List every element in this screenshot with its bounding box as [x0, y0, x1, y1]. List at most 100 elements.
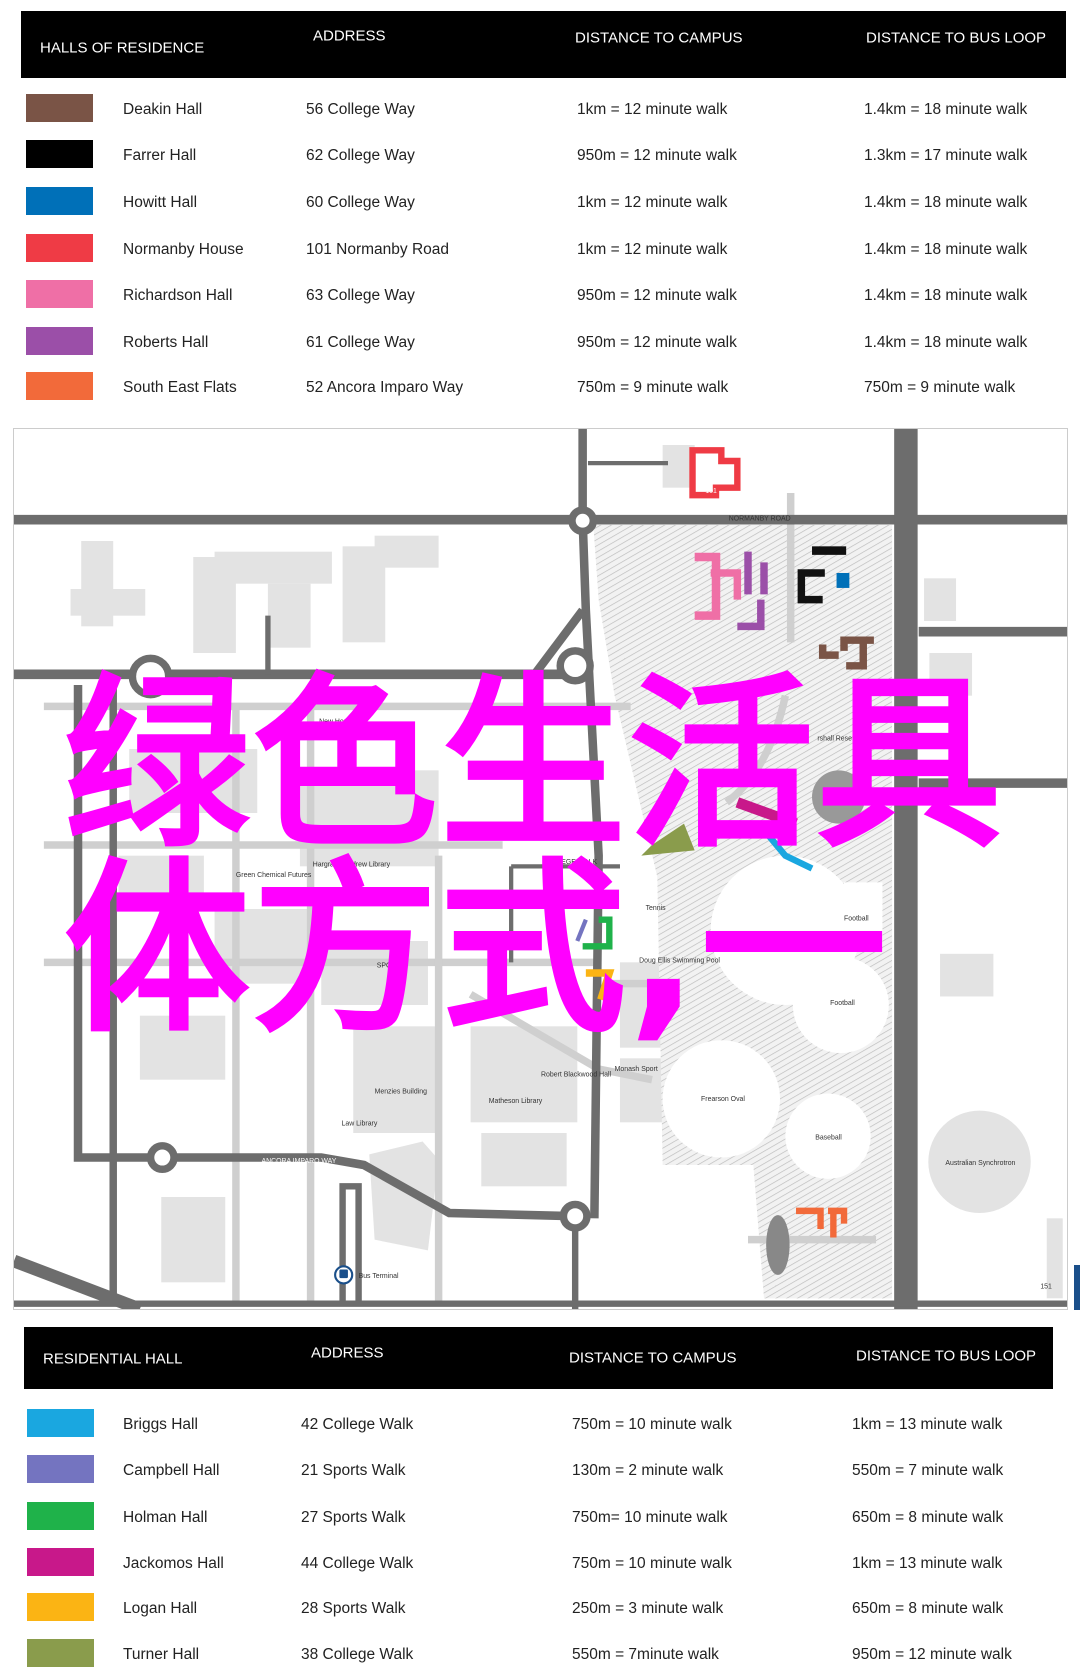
color-swatch	[26, 372, 93, 400]
cell-address: 63 College Way	[306, 286, 415, 304]
map-label-law-library: Law Library	[342, 1121, 378, 1128]
color-swatch	[26, 187, 93, 215]
map-label-frearson-oval: Frearson Oval	[701, 1096, 745, 1103]
cell-hall: Logan Hall	[123, 1599, 198, 1617]
cell-bus: 1.4km = 18 minute walk	[864, 240, 1028, 258]
cell-campus: 1km = 12 minute walk	[577, 100, 728, 118]
cell-address: 28 Sports Walk	[301, 1599, 406, 1617]
map-label-synchrotron: Australian Synchrotron	[945, 1160, 1015, 1167]
table-row: South East Flats 52 Ancora Imparo Way 750m…	[0, 372, 1080, 402]
cell-hall: Deakin Hall	[123, 100, 203, 118]
cell-campus: 750m = 9 minute walk	[577, 378, 729, 396]
map-label-baseball: Baseball	[815, 1134, 842, 1141]
cell-campus: 750m = 10 minute walk	[572, 1415, 732, 1433]
cell-hall: Briggs Hall	[123, 1415, 198, 1433]
cell-campus: 950m = 12 minute walk	[577, 146, 737, 164]
cell-address: 60 College Way	[306, 193, 415, 211]
color-swatch	[27, 1639, 94, 1667]
cell-bus: 950m = 12 minute walk	[852, 1645, 1012, 1663]
cell-address: 101 Normanby Road	[306, 240, 450, 258]
cell-campus: 750m= 10 minute walk	[572, 1508, 728, 1526]
overlay-text-line-2: 体方式,一	[64, 841, 889, 1058]
cell-address: 61 College Way	[306, 333, 415, 351]
table-row: Deakin Hall 56 College Way 1km = 12 minute…	[0, 94, 1080, 124]
table-row: Jackomos Hall 44 College Walk 750m = 10 mi…	[0, 1548, 1080, 1578]
bottom-table-header: RESIDENTIAL HALL ADDRESS DISTANCE TO CAM…	[24, 1327, 1053, 1389]
header-residential-hall: RESIDENTIAL HALL	[43, 1350, 183, 1368]
cell-address: 62 College Way	[306, 146, 415, 164]
cell-hall: South East Flats	[123, 378, 237, 396]
cell-hall: Richardson Hall	[123, 286, 233, 304]
cell-hall: Roberts Hall	[123, 333, 209, 351]
color-swatch	[27, 1548, 94, 1576]
header-halls: HALLS OF RESIDENCE	[40, 39, 205, 57]
cell-bus: 1.4km = 18 minute walk	[864, 100, 1028, 118]
table-row: Campbell Hall 21 Sports Walk 130m = 2 minu…	[0, 1455, 1080, 1485]
top-table-header: HALLS OF RESIDENCE ADDRESS DISTANCE TO C…	[21, 11, 1066, 78]
cell-address: 27 Sports Walk	[301, 1508, 406, 1526]
cell-address: 52 Ancora Imparo Way	[306, 378, 464, 396]
color-swatch	[26, 94, 93, 122]
header-bus: DISTANCE TO BUS LOOP	[856, 1347, 1037, 1365]
bus-terminal-icon	[334, 1265, 354, 1285]
header-bus: DISTANCE TO BUS LOOP	[866, 29, 1047, 47]
table-row: Howitt Hall 60 College Way 1km = 12 minute…	[0, 187, 1080, 217]
map-label-101: 101	[705, 488, 717, 495]
color-swatch	[27, 1455, 94, 1483]
table-row: Briggs Hall 42 College Walk 750m = 10 minu…	[0, 1409, 1080, 1439]
cell-bus: 650m = 8 minute walk	[852, 1599, 1004, 1617]
color-swatch	[26, 280, 93, 308]
cell-address: 56 College Way	[306, 100, 415, 118]
table-row: Richardson Hall 63 College Way 950m = 12 m…	[0, 280, 1080, 310]
cell-bus: 750m = 9 minute walk	[864, 378, 1016, 396]
cell-bus: 1.4km = 18 minute walk	[864, 333, 1028, 351]
cell-hall: Turner Hall	[123, 1645, 200, 1663]
table-row: Roberts Hall 61 College Way 950m = 12 minu…	[0, 327, 1080, 357]
table-row: Holman Hall 27 Sports Walk 750m= 10 minute…	[0, 1502, 1080, 1532]
map-label-menzies: Menzies Building	[375, 1089, 427, 1096]
header-campus: DISTANCE TO CAMPUS	[569, 1349, 737, 1367]
cell-address: 42 College Walk	[301, 1415, 414, 1433]
cell-campus: 1km = 12 minute walk	[577, 240, 728, 258]
cell-bus: 1.4km = 18 minute walk	[864, 286, 1028, 304]
cell-hall: Campbell Hall	[123, 1461, 220, 1479]
cell-address: 21 Sports Walk	[301, 1461, 406, 1479]
table-row: Turner Hall 38 College Walk 550m = 7minute…	[0, 1639, 1080, 1669]
cell-campus: 1km = 12 minute walk	[577, 193, 728, 211]
table-row: Logan Hall 28 Sports Walk 250m = 3 minute …	[0, 1593, 1080, 1623]
cell-campus: 250m = 3 minute walk	[572, 1599, 724, 1617]
edge-strip	[1074, 1265, 1080, 1310]
header-address: ADDRESS	[311, 1344, 384, 1362]
cell-bus: 1km = 13 minute walk	[852, 1415, 1003, 1433]
overlay-text-line-1: 绿色生活具	[64, 656, 1005, 873]
table-row: Normanby House 101 Normanby Road 1km = 12 …	[0, 234, 1080, 264]
cell-hall: Farrer Hall	[123, 146, 197, 164]
color-swatch	[26, 234, 93, 262]
map-label-monash-sport: Monash Sport	[615, 1066, 658, 1073]
cell-hall: Holman Hall	[123, 1508, 208, 1526]
cell-hall: Jackomos Hall	[123, 1554, 224, 1572]
map-page-number: 151	[1040, 1284, 1052, 1291]
map-label-normanby-road: NORMANBY ROAD	[729, 516, 791, 523]
cell-hall: Howitt Hall	[123, 193, 198, 211]
header-campus: DISTANCE TO CAMPUS	[575, 29, 743, 47]
cell-campus: 750m = 10 minute walk	[572, 1554, 732, 1572]
cell-campus: 550m = 7minute walk	[572, 1645, 719, 1663]
cell-bus: 1km = 13 minute walk	[852, 1554, 1003, 1572]
color-swatch	[26, 140, 93, 168]
color-swatch	[26, 327, 93, 355]
color-swatch	[27, 1593, 94, 1621]
cell-campus: 950m = 12 minute walk	[577, 286, 737, 304]
cell-bus: 550m = 7 minute walk	[852, 1461, 1004, 1479]
header-address: ADDRESS	[313, 27, 386, 45]
cell-bus: 1.3km = 17 minute walk	[864, 146, 1028, 164]
map-label-ancora-imparo-way: ANCORA IMPARO WAY	[262, 1158, 337, 1165]
cell-bus: 650m = 8 minute walk	[852, 1508, 1004, 1526]
map-label-robert-blackwood: Robert Blackwood Hall	[541, 1071, 611, 1078]
map-label-matheson: Matheson Library	[489, 1098, 543, 1105]
cell-hall: Normanby House	[123, 240, 244, 258]
color-swatch	[27, 1409, 94, 1437]
table-row: Farrer Hall 62 College Way 950m = 12 minut…	[0, 140, 1080, 170]
cell-campus: 950m = 12 minute walk	[577, 333, 737, 351]
cell-address: 44 College Walk	[301, 1554, 414, 1572]
